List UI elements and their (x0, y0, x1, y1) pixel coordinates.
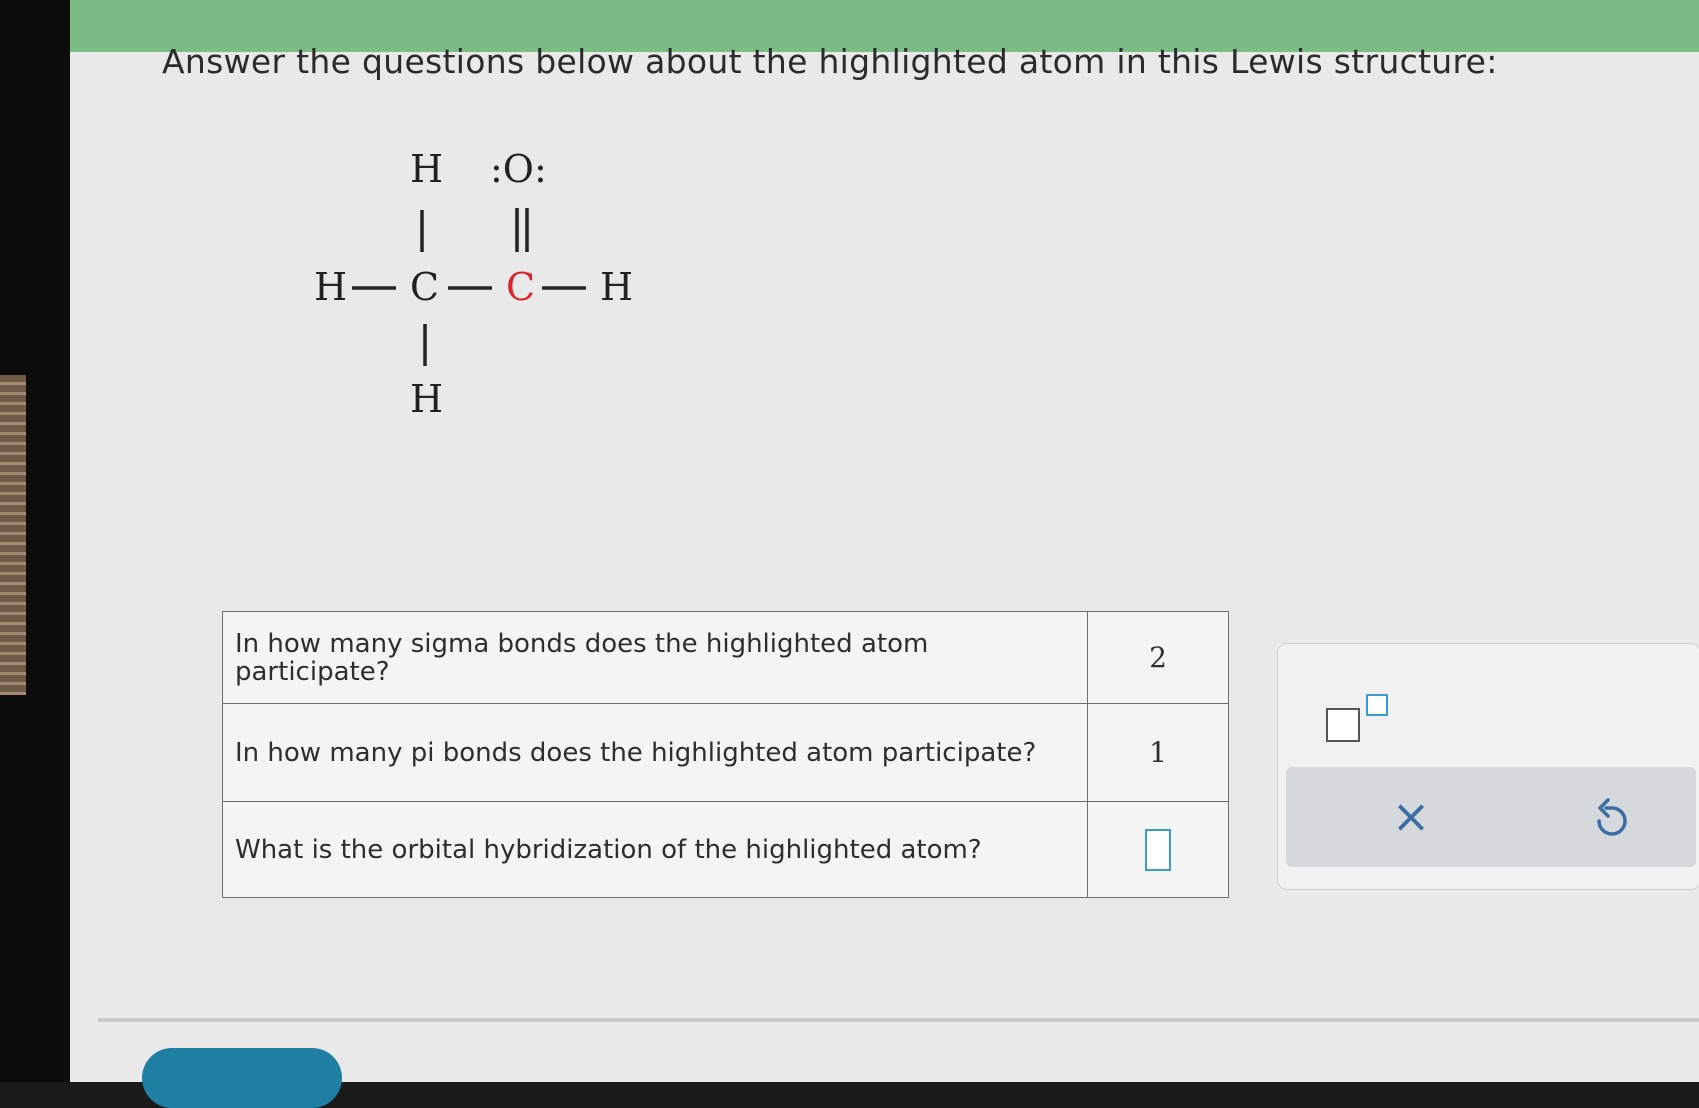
questions-table: In how many sigma bonds does the highlig… (222, 611, 1229, 898)
question-sigma-bonds: In how many sigma bonds does the highlig… (222, 611, 1088, 704)
question-prompt: Answer the questions below about the hig… (162, 42, 1498, 81)
monitor-bezel (0, 0, 70, 1082)
atom-c-left: C (410, 265, 439, 309)
atom-c-highlighted: C (506, 265, 535, 309)
hybridization-input[interactable] (1145, 828, 1171, 871)
superscript-box-icon[interactable] (1326, 694, 1398, 744)
continue-button[interactable] (142, 1048, 342, 1108)
atom-h-right: H (600, 265, 633, 309)
footer-divider (98, 1018, 1699, 1022)
atom-h-top: H (410, 147, 443, 191)
table-row: In how many sigma bonds does the highlig… (222, 611, 1229, 704)
table-row: In how many pi bonds does the highlighte… (222, 703, 1229, 802)
atom-h-bottom: H (410, 377, 443, 421)
exponent-box (1366, 694, 1388, 716)
atom-o-top: :O: (490, 147, 547, 191)
x-icon[interactable]: × (1386, 791, 1436, 841)
screen: Answer the questions below about the hig… (70, 0, 1699, 1108)
atom-h-left: H (314, 265, 347, 309)
base-box (1326, 708, 1360, 742)
lewis-structure: H :O: H C C H H (314, 147, 633, 421)
bezel-texture (0, 375, 26, 695)
question-pi-bonds: In how many pi bonds does the highlighte… (222, 703, 1088, 802)
table-row: What is the orbital hybridization of the… (222, 801, 1229, 898)
answer-pi-bonds[interactable]: 1 (1087, 703, 1229, 802)
math-tools-panel: × (1277, 643, 1699, 890)
question-hybridization: What is the orbital hybridization of the… (222, 801, 1088, 898)
action-bar: × (1286, 767, 1696, 867)
answer-hybridization-cell (1087, 801, 1229, 898)
answer-sigma-bonds[interactable]: 2 (1087, 611, 1229, 704)
undo-icon[interactable] (1586, 791, 1636, 845)
